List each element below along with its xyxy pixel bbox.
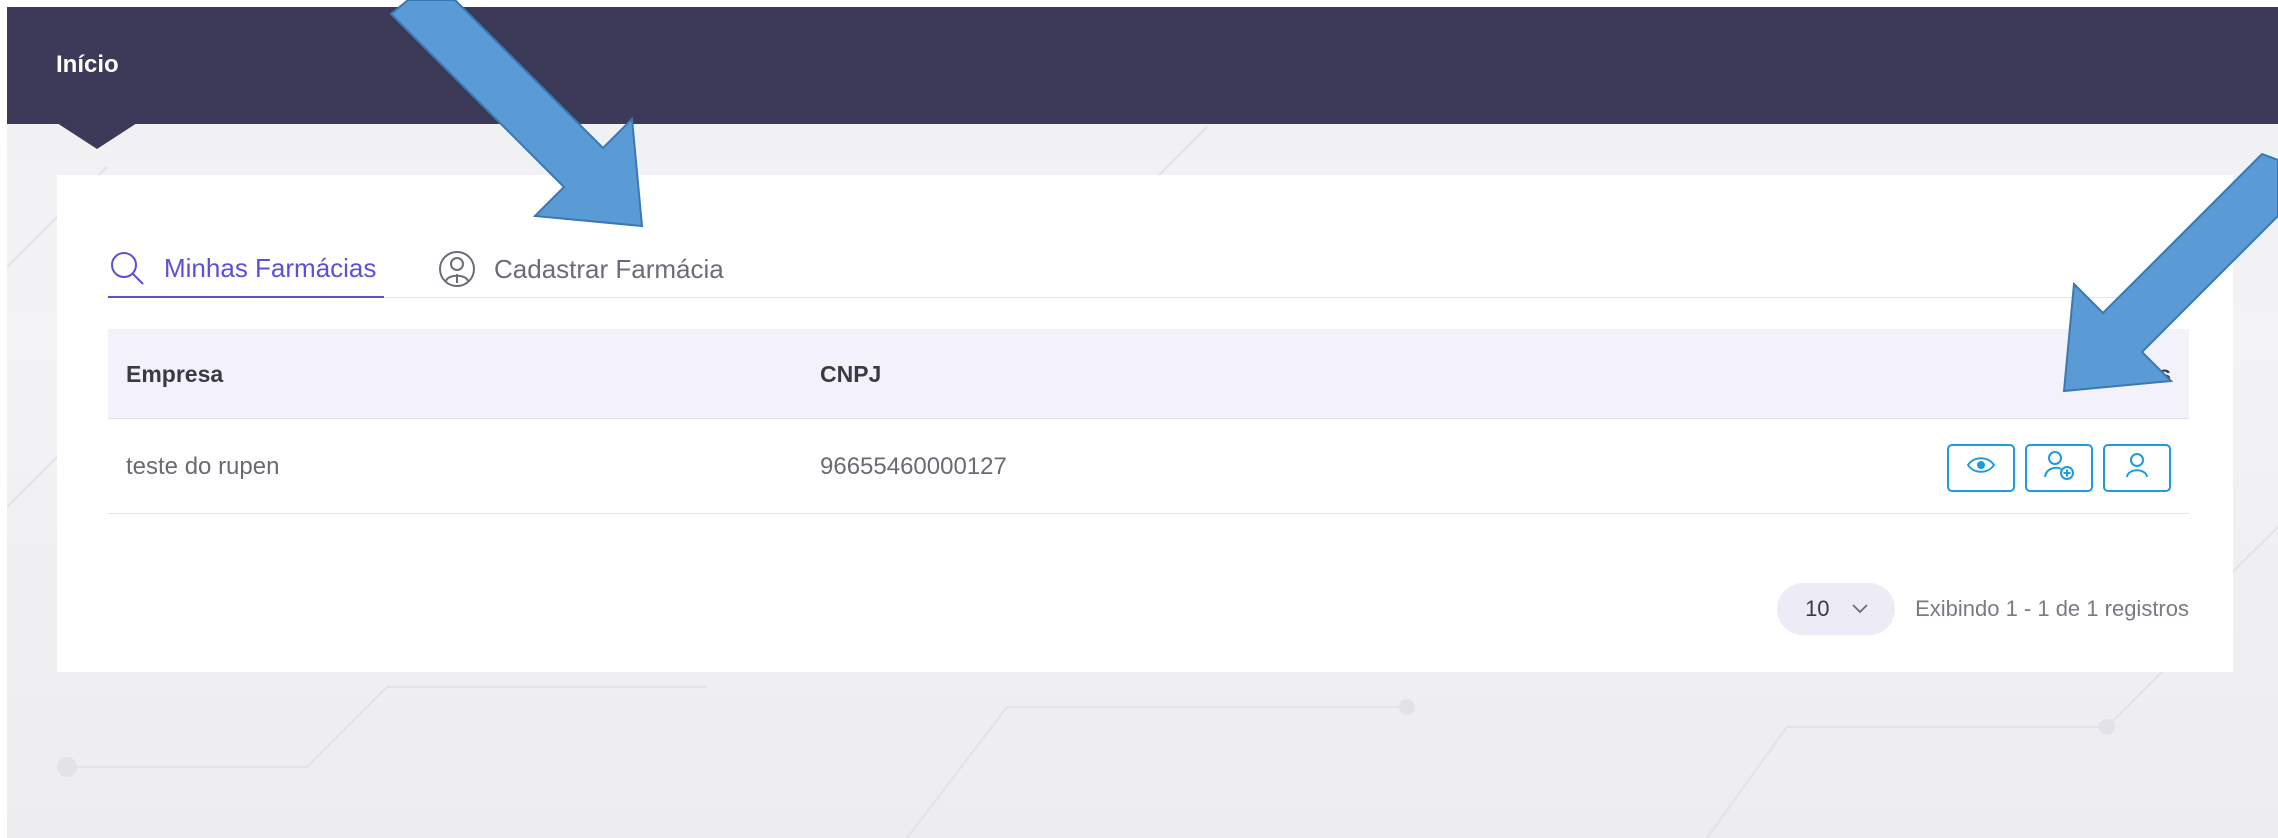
add-user-button[interactable] [2025,444,2093,492]
view-button[interactable] [1947,444,2015,492]
app-screen: Início Minhas Farmácias Cadastrar Farmác… [7,7,2278,838]
cell-cnpj: 96655460000127 [820,453,1007,480]
pharmacist-icon [438,250,476,288]
search-icon [108,249,146,287]
user-button[interactable] [2103,444,2171,492]
pagination-info: Exibindo 1 - 1 de 1 registros [1915,596,2189,621]
cell-empresa: teste do rupen [126,453,280,480]
table-header: Empresa CNPJ ões [108,329,2189,419]
topbar-notch [57,123,137,149]
pagination: 10 Exibindo 1 - 1 de 1 registros [1777,583,2189,635]
tab-cadastrar-farmacia[interactable]: Cadastrar Farmácia [438,240,724,298]
user-icon [2124,451,2150,486]
row-actions [1947,444,2171,492]
pharmacies-card: Minhas Farmácias Cadastrar Farmácia Empr… [57,175,2233,672]
table-row: teste do rupen 96655460000127 [108,419,2189,514]
page-size-select[interactable]: 10 [1777,583,1896,635]
tab-label: Cadastrar Farmácia [494,253,724,284]
top-navigation-bar: Início [7,7,2278,124]
pharmacies-table: Empresa CNPJ ões teste do rupen 96655460… [108,329,2189,514]
tab-bar: Minhas Farmácias Cadastrar Farmácia [108,240,2189,298]
breadcrumb-home[interactable]: Início [56,51,119,79]
column-header-acoes: ões [2131,361,2171,387]
eye-icon [1966,454,1996,482]
chevron-down-icon [1851,604,1868,614]
column-header-empresa: Empresa [126,361,224,387]
user-plus-icon [2043,449,2075,488]
tab-label: Minhas Farmácias [164,252,377,283]
column-header-cnpj: CNPJ [820,361,882,387]
tab-minhas-farmacias[interactable]: Minhas Farmácias [108,240,385,298]
page-size-value: 10 [1805,596,1830,621]
